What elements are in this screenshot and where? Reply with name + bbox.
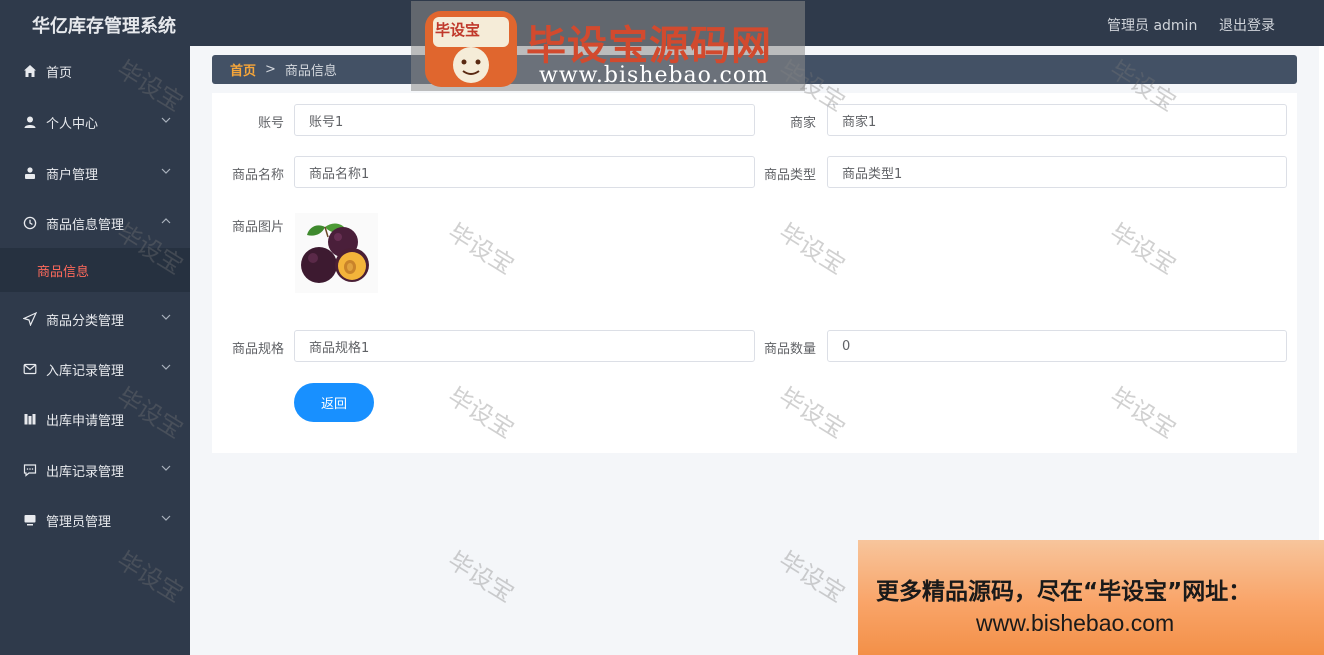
sidebar-item-home[interactable]: 首页	[0, 46, 190, 96]
breadcrumb-current: 商品信息	[284, 64, 337, 79]
chevron-down-icon	[161, 314, 171, 320]
sidebar-item-label: 商品分类管理	[46, 313, 125, 329]
merchant-icon	[22, 165, 38, 181]
logo-url: www.bishebao.com	[539, 63, 769, 88]
sidebar-item-label: 出库记录管理	[46, 464, 125, 480]
chevron-down-icon	[161, 168, 171, 174]
current-user-label: 管理员 admin	[1107, 18, 1198, 34]
sidebar-item-label: 首页	[46, 65, 73, 81]
sidebar-item-personal-center[interactable]: 个人中心	[0, 97, 190, 147]
breadcrumb-home-link[interactable]: 首页	[230, 60, 256, 79]
sidebar-item-goods-info-mgmt[interactable]: 商品信息管理	[0, 198, 190, 248]
account-field[interactable]	[294, 104, 755, 136]
sidebar-subitem-goods-info[interactable]: 商品信息	[0, 248, 190, 292]
page-right-edge	[1319, 46, 1324, 540]
goods-type-label: 商品类型	[763, 168, 816, 183]
chevron-down-icon	[161, 515, 171, 521]
goods-spec-label: 商品规格	[231, 342, 284, 357]
goods-image[interactable]	[295, 213, 378, 293]
home-icon	[22, 63, 38, 79]
sidebar-item-merchant[interactable]: 商户管理	[0, 148, 190, 198]
logo-badge-text: 毕设宝	[435, 21, 481, 39]
goods-type-field[interactable]	[827, 156, 1287, 188]
promo-url: www.bishebao.com	[976, 610, 1175, 636]
goods-name-label: 商品名称	[231, 168, 284, 183]
logout-link[interactable]: 退出登录	[1219, 15, 1275, 35]
site-logo-watermark: 毕设宝 毕设宝源码网 www.bishebao.com	[411, 1, 805, 91]
user-icon	[22, 114, 38, 130]
chevron-up-icon	[161, 218, 171, 224]
clock-icon	[22, 215, 38, 231]
merchant-field[interactable]	[827, 104, 1287, 136]
sidebar-item-label: 管理员管理	[46, 514, 112, 530]
sidebar-item-label: 出库申请管理	[46, 413, 125, 429]
monitor-icon	[22, 512, 38, 528]
sidebar-item-outbound-records[interactable]: 出库记录管理	[0, 445, 190, 495]
back-button[interactable]: 返回	[294, 383, 374, 422]
sidebar-item-inbound-records[interactable]: 入库记录管理	[0, 344, 190, 394]
send-icon	[22, 311, 38, 327]
merchant-label: 商家	[789, 116, 816, 131]
app-title: 华亿库存管理系统	[32, 16, 176, 37]
sidebar-item-label: 个人中心	[46, 116, 99, 132]
chat-icon	[22, 462, 38, 478]
sidebar: 首页 个人中心 商户管理 商品信息管理 商品信息 商品分类管理 入库记录管理 出…	[0, 46, 190, 655]
goods-image-label: 商品图片	[231, 220, 284, 235]
account-label: 账号	[257, 116, 284, 131]
promo-banner: 更多精品源码，尽在“毕设宝”网址： www.bishebao.com	[858, 540, 1324, 655]
watermark-text: 毕设宝	[773, 546, 850, 608]
chevron-down-icon	[161, 465, 171, 471]
sidebar-item-category-mgmt[interactable]: 商品分类管理	[0, 294, 190, 344]
breadcrumb-separator: >	[265, 62, 276, 77]
sidebar-item-outbound-apply[interactable]: 出库申请管理	[0, 394, 190, 444]
sidebar-item-label: 商品信息管理	[46, 217, 125, 233]
sidebar-subitem-label: 商品信息	[37, 264, 90, 280]
watermark-text: 毕设宝	[442, 546, 519, 608]
promo-line-1: 更多精品源码，尽在“毕设宝”网址：	[876, 579, 1252, 605]
mail-icon	[22, 361, 38, 377]
goods-qty-label: 商品数量	[763, 342, 816, 357]
chart-icon	[22, 411, 38, 427]
sidebar-item-label: 商户管理	[46, 167, 99, 183]
goods-name-field[interactable]	[294, 156, 755, 188]
goods-spec-field[interactable]	[294, 330, 755, 362]
sidebar-item-label: 入库记录管理	[46, 363, 125, 379]
plum-image-icon	[301, 223, 369, 283]
goods-qty-field[interactable]	[827, 330, 1287, 362]
chevron-down-icon	[161, 364, 171, 370]
sidebar-item-admin-mgmt[interactable]: 管理员管理	[0, 495, 190, 545]
chevron-down-icon	[161, 117, 171, 123]
